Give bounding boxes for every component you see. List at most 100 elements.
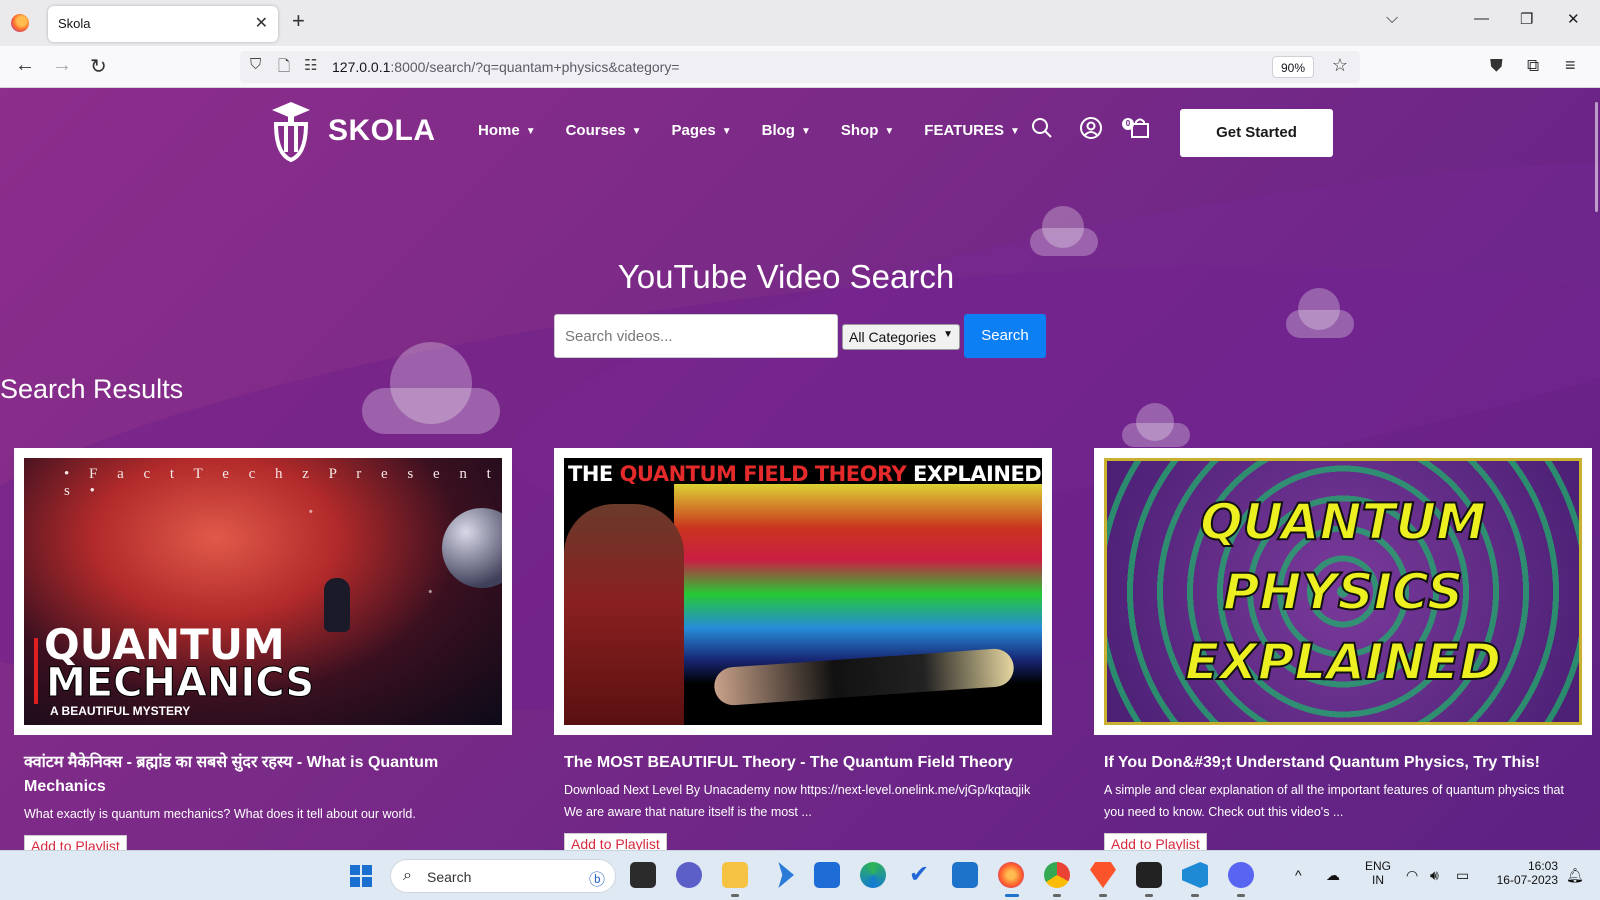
browser-nav-bar: ← → ↻ ⛉ 🗋 ☷ 127.0.0.1:8000/search/?q=qua… [0, 46, 1600, 88]
onedrive-icon[interactable]: ☁ [1326, 867, 1340, 884]
browser-tab[interactable]: Skola ✕ [48, 6, 278, 42]
windows-start-icon[interactable] [350, 865, 372, 887]
video-card: QUANTUM PHYSICS EXPLAINED If You Don&#39… [1094, 448, 1592, 850]
window-close-icon[interactable]: ✕ [1567, 10, 1580, 28]
edge-icon[interactable] [860, 862, 886, 888]
pocket-icon[interactable]: ⛊ [1490, 56, 1503, 76]
chrome-icon[interactable] [1044, 862, 1070, 888]
forward-icon[interactable]: → [52, 54, 72, 77]
get-started-button[interactable]: Get Started [1180, 109, 1333, 157]
volume-icon[interactable]: 🔊︎ [1430, 867, 1439, 884]
chevron-down-icon: ▼ [943, 329, 953, 340]
search-button[interactable]: Search [964, 314, 1046, 358]
menu-icon[interactable]: ≡ [1565, 55, 1576, 76]
url-text[interactable]: 127.0.0.1:8000/search/?q=quantam+physics… [332, 59, 680, 75]
video-thumbnail[interactable]: QUANTUM PHYSICS EXPLAINED [1094, 448, 1592, 735]
chevron-down-icon: ▼ [884, 126, 895, 137]
add-to-playlist-button[interactable]: Add to Playlist [24, 835, 127, 850]
restore-icon[interactable]: ❐ [1520, 10, 1533, 28]
vscode-icon[interactable] [1182, 862, 1208, 888]
terminal-icon[interactable] [1136, 862, 1162, 888]
address-bar[interactable]: ⛉ 🗋 ☷ 127.0.0.1:8000/search/?q=quantam+p… [240, 51, 1360, 83]
page-info-icon[interactable]: 🗋 [278, 56, 290, 81]
chevron-up-icon[interactable]: ^ [1295, 867, 1302, 883]
store-icon[interactable] [814, 862, 840, 888]
active-indicator [1005, 894, 1019, 897]
back-icon[interactable]: ← [15, 54, 35, 77]
cloud-decoration [1286, 288, 1354, 338]
search-icon[interactable] [1030, 116, 1054, 140]
battery-icon[interactable]: ▭ [1456, 867, 1469, 884]
todo-icon[interactable]: ✔ [906, 862, 932, 888]
video-thumbnail[interactable]: THE QUANTUM FIELD THEORY EXPLAINED [554, 448, 1052, 735]
firefox-icon[interactable] [11, 14, 29, 32]
minimize-icon[interactable]: — [1474, 10, 1489, 27]
clock-time: 16:03 [1527, 859, 1558, 873]
notification-bell-icon[interactable]: 🔔︎ [1566, 867, 1584, 884]
thumbnail-image: QUANTUM PHYSICS EXPLAINED [1104, 458, 1582, 725]
user-icon[interactable] [1079, 116, 1103, 140]
menu-pages[interactable]: Pages ▼ [672, 122, 732, 139]
file-explorer-icon[interactable] [722, 862, 748, 888]
power-automate-icon[interactable] [778, 862, 794, 888]
clock[interactable]: 16:03 16-07-2023 [1484, 859, 1558, 887]
video-thumbnail[interactable]: • F a c t T e c h z P r e s e n t s • QU… [14, 448, 512, 735]
thumb-caption: • F a c t T e c h z P r e s e n t s • [64, 466, 499, 499]
video-title[interactable]: The MOST BEAUTIFUL Theory - The Quantum … [554, 751, 1052, 775]
taskbar-search[interactable]: ⌕ Search ⓑ [390, 859, 616, 893]
windows-taskbar: ⌕ Search ⓑ ✔ ^ ☁ ENG IN ◠ 🔊︎ ▭ 16:03 16-… [0, 850, 1600, 900]
wifi-icon[interactable]: ◠ [1406, 867, 1418, 884]
menu-shop[interactable]: Shop ▼ [841, 122, 894, 139]
menu-courses[interactable]: Courses ▼ [566, 122, 642, 139]
add-to-playlist-button[interactable]: Add to Playlist [1104, 833, 1207, 850]
thumb-caption: EXPLAINED [1184, 632, 1502, 692]
menu-home[interactable]: Home ▼ [478, 122, 536, 139]
video-description: What exactly is quantum mechanics? What … [24, 807, 416, 821]
menu-features[interactable]: FEATURES ▼ [924, 122, 1020, 139]
close-tab-icon[interactable]: ✕ [255, 13, 268, 33]
video-card: THE QUANTUM FIELD THEORY EXPLAINED The M… [554, 448, 1052, 850]
chevron-down-icon: ▼ [721, 126, 732, 137]
presenter-graphic [564, 504, 684, 725]
brave-icon[interactable] [1090, 862, 1116, 888]
running-indicator [1145, 894, 1153, 897]
thumb-caption: THE QUANTUM FIELD THEORY EXPLAINED [568, 462, 1042, 486]
cloud-decoration [1122, 403, 1190, 447]
extensions-icon[interactable]: ⧉ [1527, 56, 1539, 76]
video-card: • F a c t T e c h z P r e s e n t s • QU… [14, 448, 512, 850]
video-title[interactable]: क्वांटम मैकेनिक्स - ब्रह्मांड का सबसे सु… [14, 751, 512, 799]
running-indicator [731, 894, 739, 897]
zoom-level[interactable]: 90% [1271, 56, 1314, 78]
permissions-icon[interactable]: ☷ [304, 56, 317, 74]
video-description: Download Next Level By Unacademy now htt… [564, 783, 1031, 819]
thumb-caption: QUANTUM [1199, 492, 1487, 552]
cloud-decoration [362, 342, 500, 434]
chevron-down-icon: ▼ [1010, 126, 1020, 137]
search-input[interactable] [554, 314, 838, 358]
browser-tab-bar: Skola ✕ + ⌵ — ❐ ✕ [0, 0, 1600, 46]
discord-icon[interactable] [1228, 862, 1254, 888]
video-title[interactable]: If You Don&#39;t Understand Quantum Phys… [1094, 751, 1592, 775]
category-select[interactable]: All Categories ▼ [842, 324, 960, 350]
task-view-icon[interactable] [630, 862, 656, 888]
new-tab-icon[interactable]: + [292, 8, 305, 34]
tracking-shield-icon[interactable]: ⛉ [250, 56, 261, 73]
running-indicator [1053, 894, 1061, 897]
remote-desktop-icon[interactable] [952, 862, 978, 888]
thumb-caption: PHYSICS [1222, 562, 1464, 622]
language-indicator[interactable]: ENG IN [1360, 859, 1396, 887]
main-menu: Home ▼ Courses ▼ Pages ▼ Blog ▼ Shop ▼ FEATUR… [478, 122, 1050, 139]
firefox-taskbar-icon[interactable] [998, 862, 1024, 888]
astronaut-graphic [324, 578, 350, 632]
add-to-playlist-button[interactable]: Add to Playlist [564, 833, 667, 850]
reload-icon[interactable]: ↻ [90, 54, 107, 79]
scrollbar-thumb[interactable] [1595, 102, 1598, 212]
bookmark-star-icon[interactable]: ☆ [1332, 55, 1348, 76]
graduation-logo-icon [272, 102, 310, 163]
running-indicator [1191, 894, 1199, 897]
thumb-caption: MECHANICS [45, 660, 315, 707]
bing-icon: ⓑ [588, 872, 605, 889]
list-tabs-icon[interactable]: ⌵ [1386, 10, 1398, 28]
teams-icon[interactable] [676, 862, 702, 888]
menu-blog[interactable]: Blog ▼ [762, 122, 811, 139]
